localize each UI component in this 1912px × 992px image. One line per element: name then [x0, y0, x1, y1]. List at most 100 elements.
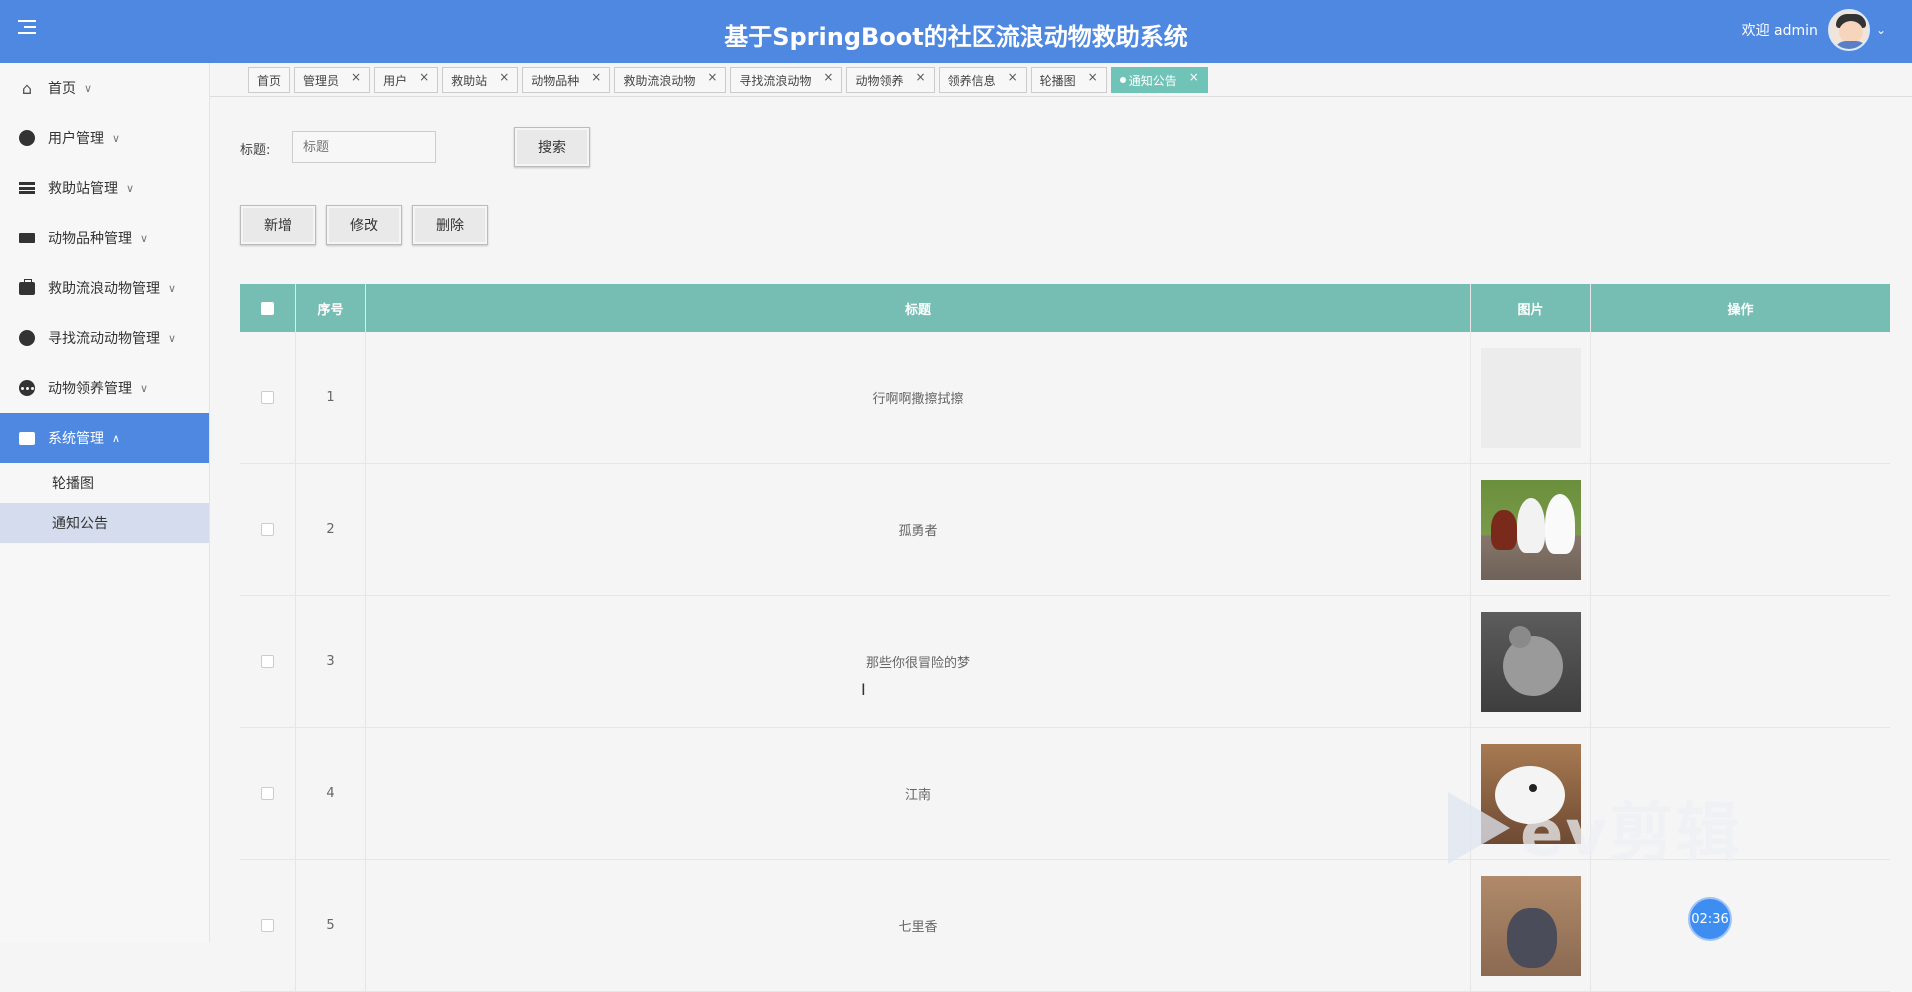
- row-title: 行啊啊撒擦拭擦: [366, 332, 1471, 463]
- row-actions: [1591, 332, 1890, 463]
- sidebar-item-adoption[interactable]: 动物领养管理 ∨: [0, 363, 209, 413]
- tab-label: 轮播图: [1039, 73, 1076, 88]
- close-icon[interactable]: ×: [419, 70, 429, 84]
- chevron-down-icon: ∨: [126, 181, 135, 195]
- close-icon[interactable]: ×: [1189, 70, 1199, 84]
- search-label: 标题:: [240, 143, 271, 158]
- row-checkbox[interactable]: [261, 787, 274, 800]
- sidebar-item-rescue[interactable]: 救助流浪动物管理 ∨: [0, 263, 209, 313]
- row-title: 那些你很冒险的梦: [366, 596, 1471, 727]
- row-title: 江南: [366, 728, 1471, 859]
- row-index: 4: [296, 728, 366, 859]
- select-all-checkbox[interactable]: [261, 301, 274, 315]
- row-actions: [1591, 596, 1890, 727]
- close-icon[interactable]: ×: [1088, 70, 1098, 84]
- row-title: 七里香: [366, 860, 1471, 991]
- sidebar-item-label: 救助流浪动物管理: [48, 281, 160, 297]
- sidebar-item-system[interactable]: 系统管理 ∧: [0, 413, 209, 463]
- search-input[interactable]: [292, 131, 436, 163]
- close-icon[interactable]: ×: [916, 70, 926, 84]
- sidebar-item-home[interactable]: ⌂ 首页 ∨: [0, 63, 209, 113]
- chevron-down-icon: ∨: [140, 231, 149, 245]
- column-header: 图片: [1471, 284, 1591, 332]
- tab-notice[interactable]: 通知公告 ×: [1110, 67, 1208, 93]
- sidebar-subitem-carousel[interactable]: 轮播图: [0, 463, 209, 503]
- tab-label: 首页: [257, 73, 282, 88]
- sidebar-item-label: 寻找流动动物管理: [48, 331, 160, 347]
- table-row[interactable]: 2 孤勇者: [240, 464, 1890, 596]
- briefcase-icon: [18, 278, 36, 297]
- row-actions: [1591, 860, 1890, 991]
- row-actions: [1591, 728, 1890, 859]
- chevron-down-icon: ∨: [112, 131, 121, 145]
- delete-button[interactable]: 删除: [412, 205, 488, 245]
- row-title: 孤勇者: [366, 464, 1471, 595]
- dots-icon: [18, 379, 36, 397]
- sidebar-item-label: 动物品种管理: [48, 231, 132, 247]
- table-row[interactable]: 3 那些你很冒险的梦: [240, 596, 1890, 728]
- sidebar-item-stations[interactable]: 救助站管理 ∨: [0, 163, 209, 213]
- row-index: 2: [296, 464, 366, 595]
- store-icon: [18, 429, 36, 447]
- row-image: [1480, 611, 1581, 712]
- tab-adoption[interactable]: 动物领养 ×: [846, 67, 935, 93]
- chevron-down-icon: ∨: [140, 381, 149, 395]
- tab-station[interactable]: 救助站 ×: [442, 67, 519, 93]
- sidebar-item-users[interactable]: 用户管理 ∨: [0, 113, 209, 163]
- sidebar-item-breeds[interactable]: 动物品种管理 ∨: [0, 213, 209, 263]
- timer-badge[interactable]: 02:36: [1688, 897, 1732, 941]
- tab-user[interactable]: 用户 ×: [374, 67, 439, 93]
- tab-bar: 首页 管理员 × 用户 × 救助站 × 动物品种 × 救助流浪动物 × 寻找流浪动物 × 动…: [248, 67, 1208, 93]
- row-image: [1480, 875, 1581, 976]
- close-icon[interactable]: ×: [499, 70, 509, 84]
- notice-table: 序号 标题 图片 操作 1 行啊啊撒擦拭擦 2 孤勇者 3 那些你很冒险的梦 4…: [240, 284, 1890, 992]
- row-image: [1480, 743, 1581, 844]
- tab-breed[interactable]: 动物品种 ×: [522, 67, 611, 93]
- tab-home[interactable]: 首页: [248, 67, 291, 93]
- card-icon: [18, 229, 36, 247]
- row-checkbox[interactable]: [261, 391, 274, 404]
- row-index: 5: [296, 860, 366, 991]
- chevron-down-icon: ∨: [84, 81, 93, 95]
- row-checkbox[interactable]: [261, 655, 274, 668]
- tab-label: 救助站: [451, 73, 488, 88]
- row-checkbox[interactable]: [261, 919, 274, 932]
- avatar[interactable]: [1827, 9, 1870, 51]
- row-index: 3: [296, 596, 366, 727]
- welcome-text: 欢迎 admin: [1741, 23, 1818, 39]
- hamburger-icon[interactable]: [18, 20, 36, 36]
- close-icon[interactable]: ×: [351, 70, 361, 84]
- edit-button[interactable]: 修改: [326, 205, 402, 245]
- tab-label: 管理员: [303, 73, 340, 88]
- home-icon: ⌂: [21, 78, 33, 98]
- sidebar-item-label: 系统管理: [48, 431, 104, 447]
- close-icon[interactable]: ×: [823, 70, 833, 84]
- tab-carousel[interactable]: 轮播图 ×: [1030, 67, 1107, 93]
- table-row[interactable]: 1 行啊啊撒擦拭擦: [240, 332, 1890, 464]
- tab-label: 用户: [383, 73, 408, 88]
- sidebar-subitem-notice[interactable]: 通知公告: [0, 503, 209, 543]
- tab-rescue[interactable]: 救助流浪动物 ×: [614, 67, 727, 93]
- top-header: 基于SpringBoot的社区流浪动物救助系统 欢迎 admin ⌄: [0, 0, 1912, 63]
- tab-find[interactable]: 寻找流浪动物 ×: [730, 67, 843, 93]
- table-header: 序号 标题 图片 操作: [240, 284, 1890, 332]
- table-row[interactable]: 5 七里香: [240, 860, 1890, 992]
- close-icon[interactable]: ×: [591, 70, 601, 84]
- user-menu[interactable]: 欢迎 admin ⌄: [1742, 9, 1886, 51]
- column-header: 标题: [366, 284, 1471, 332]
- tab-label: 动物品种: [531, 73, 580, 88]
- chevron-down-icon[interactable]: ⌄: [1876, 23, 1886, 37]
- row-checkbox[interactable]: [261, 523, 274, 536]
- table-row[interactable]: 4 江南: [240, 728, 1890, 860]
- tab-admin[interactable]: 管理员 ×: [294, 67, 371, 93]
- add-button[interactable]: 新增: [240, 205, 316, 245]
- sidebar: ⌂ 首页 ∨ 用户管理 ∨ 救助站管理 ∨ 动物品种管理 ∨ 救助流浪动物管理 …: [0, 63, 210, 942]
- close-icon[interactable]: ×: [1008, 70, 1018, 84]
- close-icon[interactable]: ×: [707, 70, 717, 84]
- sidebar-item-label: 首页: [48, 81, 76, 97]
- search-button[interactable]: 搜索: [514, 127, 590, 167]
- divider: [210, 96, 1912, 97]
- tab-adoption-info[interactable]: 领养信息 ×: [938, 67, 1027, 93]
- gauge-icon: [18, 129, 36, 147]
- sidebar-item-find[interactable]: 寻找流动动物管理 ∨: [0, 313, 209, 363]
